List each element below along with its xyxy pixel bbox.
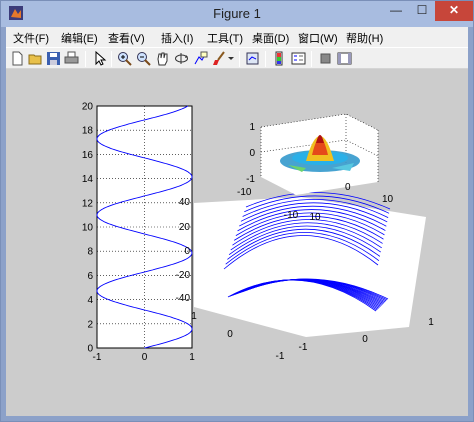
y-tick-label: 0 — [362, 334, 368, 345]
x-tick-label: -10 — [284, 210, 299, 221]
y-tick-label: 10 — [82, 223, 94, 234]
z-tick-label: -40 — [176, 293, 191, 304]
y-tick-label: 18 — [82, 126, 94, 137]
toolbar-separator — [111, 51, 112, 67]
y-tick-label: 16 — [82, 150, 94, 161]
toolbar — [6, 47, 468, 69]
menu-tools[interactable]: 工具(T) — [207, 30, 243, 46]
menu-bar: 文件(F) 编辑(E) 查看(V) 插入(I) 工具(T) 桌面(D) 窗口(W… — [6, 27, 468, 47]
minimize-button[interactable]: — — [383, 1, 409, 21]
x-tick-label: 0 — [142, 352, 148, 363]
insert-colorbar-icon[interactable] — [272, 51, 287, 66]
y-tick-label: 2 — [87, 319, 93, 330]
menu-window[interactable]: 窗口(W) — [298, 30, 338, 46]
y-tick-label: -1 — [299, 342, 308, 353]
x-tick-label: 1 — [191, 311, 197, 322]
toolbar-separator — [265, 51, 266, 67]
z-tick-label: -1 — [246, 174, 255, 185]
show-plot-tools-icon[interactable] — [337, 51, 352, 66]
title-bar[interactable]: Figure 1 — ☐ ✕ — [1, 1, 473, 27]
pan-icon[interactable] — [155, 51, 170, 66]
chevron-down-icon[interactable] — [227, 51, 235, 66]
figure-window: Figure 1 — ☐ ✕ 文件(F) 编辑(E) 查看(V) 插入(I) 工… — [0, 0, 474, 422]
figure-axes[interactable]: 02468101214161820-1 0 1 -40-2002040-101-10… — [6, 69, 468, 416]
z-tick-label: 0 — [184, 246, 190, 257]
x-tick-label: 10 — [309, 212, 321, 223]
z-tick-label: 1 — [249, 122, 255, 133]
toolbar-separator — [311, 51, 312, 67]
y-tick-label: -10 — [237, 187, 252, 198]
figure-canvas: 0 2 4 6 8 10 12 14 16 18 20 -1 0 1 -40 -20 0 20 40 -1 0 1 -1 0… — [6, 69, 468, 416]
y-tick-label: 20 — [82, 102, 94, 113]
menu-desktop[interactable]: 桌面(D) — [252, 30, 289, 46]
close-button[interactable]: ✕ — [435, 1, 473, 21]
z-tick-label: 0 — [249, 148, 255, 159]
rotate-3d-icon[interactable] — [174, 51, 189, 66]
menu-help[interactable]: 帮助(H) — [346, 30, 383, 46]
y-tick-label: 0 — [345, 182, 351, 193]
toolbar-separator — [85, 51, 86, 67]
y-tick-label: 4 — [87, 295, 93, 306]
x-tick-label: -1 — [276, 351, 285, 362]
select-arrow-icon[interactable] — [92, 51, 107, 66]
open-file-icon[interactable] — [28, 51, 43, 66]
x-tick-label: 0 — [227, 329, 233, 340]
link-plot-icon[interactable] — [245, 51, 260, 66]
y-tick-label: 10 — [382, 194, 394, 205]
save-icon[interactable] — [46, 51, 61, 66]
toolbar-separator — [239, 51, 240, 67]
hide-plot-tools-icon[interactable] — [318, 51, 333, 66]
z-tick-label: 40 — [179, 197, 191, 208]
zoom-in-icon[interactable] — [117, 51, 132, 66]
y-tick-label: 1 — [428, 317, 434, 328]
y-tick-label: 8 — [87, 247, 93, 258]
menu-view[interactable]: 查看(V) — [108, 30, 145, 46]
maximize-button[interactable]: ☐ — [409, 1, 435, 21]
z-tick-label: -20 — [176, 270, 191, 281]
data-cursor-icon[interactable] — [193, 51, 208, 66]
y-tick-label: 12 — [82, 198, 94, 209]
new-figure-icon[interactable] — [10, 51, 25, 66]
x-tick-label: 1 — [189, 352, 195, 363]
y-tick-label: 6 — [87, 271, 93, 282]
brush-icon[interactable] — [212, 51, 227, 66]
menu-insert[interactable]: 插入(I) — [161, 30, 193, 46]
menu-file[interactable]: 文件(F) — [13, 30, 49, 46]
axes-3d-mesh[interactable]: -40-2002040-101-101 — [176, 192, 435, 362]
y-tick-label: 14 — [82, 174, 94, 185]
insert-legend-icon[interactable] — [291, 51, 306, 66]
zoom-out-icon[interactable] — [136, 51, 151, 66]
print-icon[interactable] — [64, 51, 79, 66]
menu-edit[interactable]: 编辑(E) — [61, 30, 98, 46]
x-tick-label: -1 — [93, 352, 102, 363]
z-tick-label: 20 — [179, 222, 191, 233]
